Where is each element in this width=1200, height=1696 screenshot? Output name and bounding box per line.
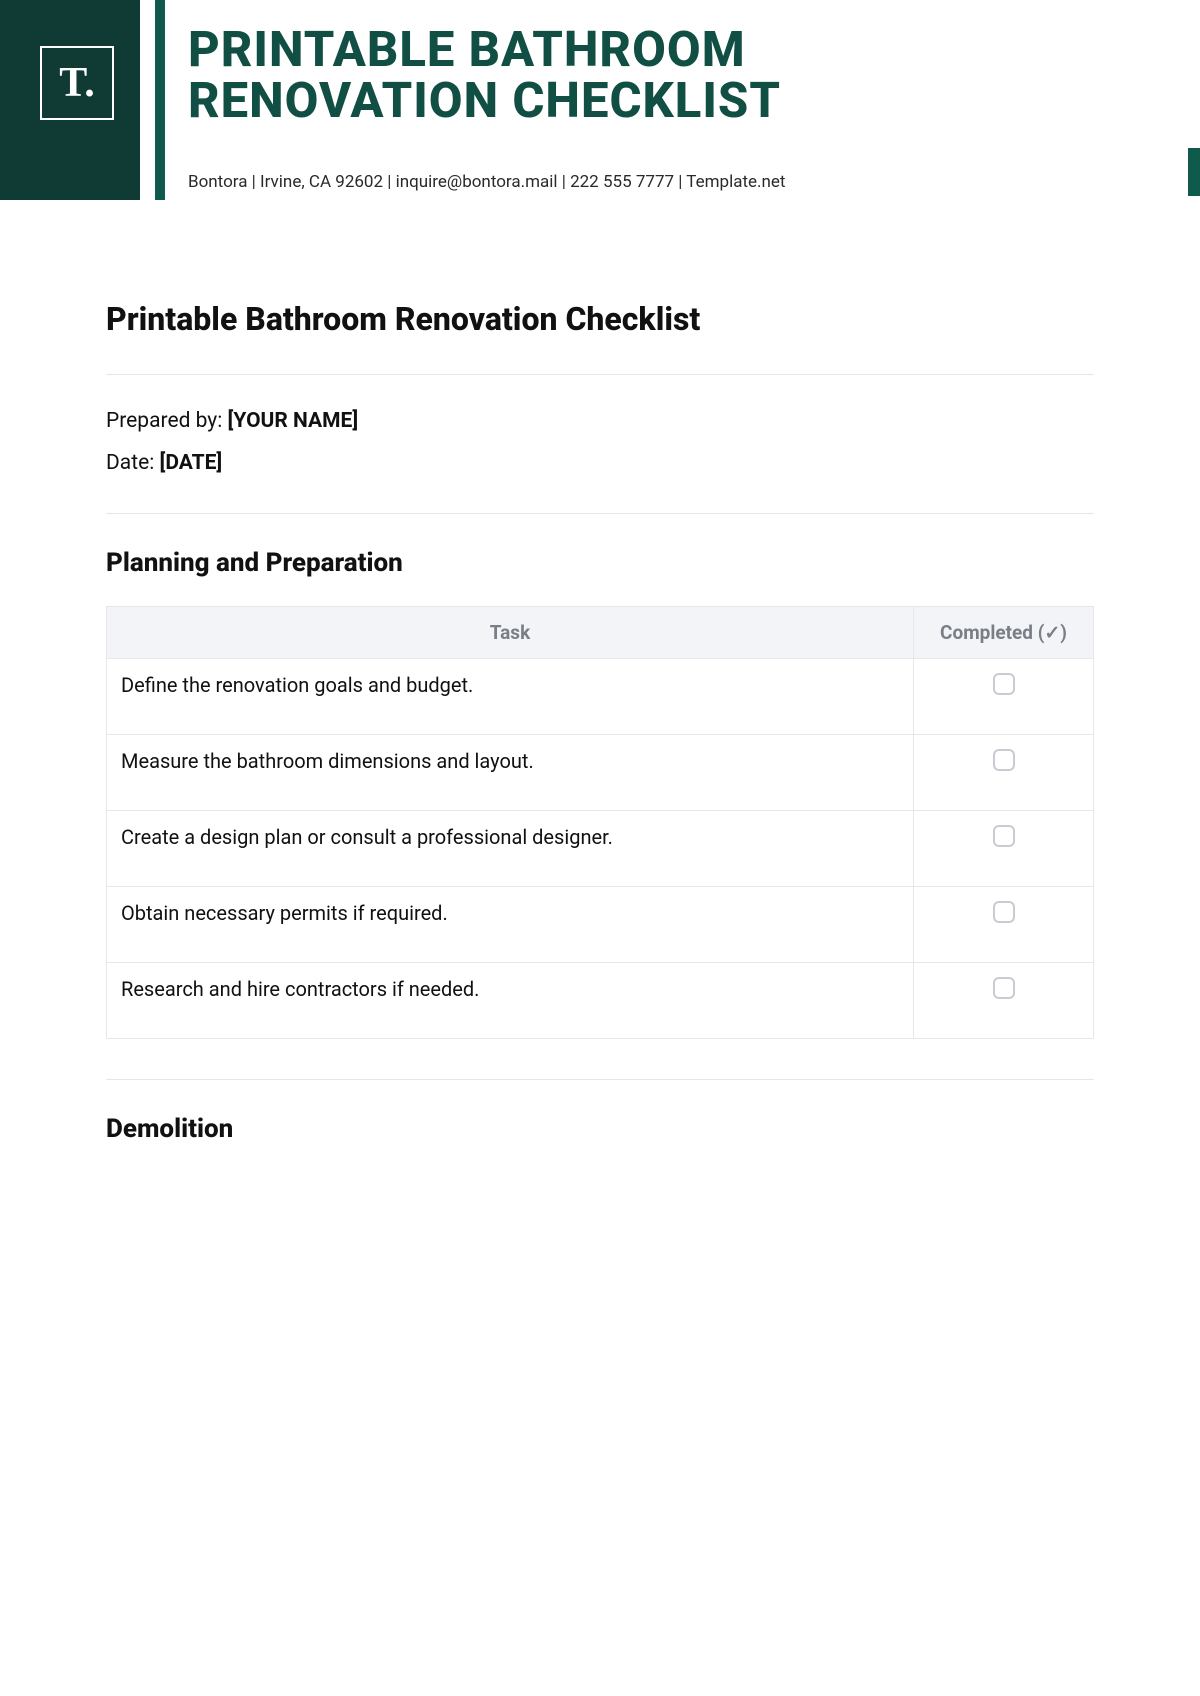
section-title-demolition: Demolition — [106, 1114, 1094, 1144]
checkbox[interactable] — [993, 825, 1015, 847]
table-row: Define the renovation goals and budget. — [107, 659, 1094, 735]
header-title-block: PRINTABLE BATHROOM RENOVATION CHECKLIST — [188, 24, 1120, 127]
prepared-by-line: Prepared by: [YOUR NAME] — [106, 409, 1094, 433]
checkbox[interactable] — [993, 977, 1015, 999]
date-line: Date: [DATE] — [106, 451, 1094, 475]
checkbox[interactable] — [993, 901, 1015, 923]
brand-logo-box: T. — [40, 46, 114, 120]
divider — [106, 513, 1094, 514]
completed-cell — [914, 659, 1094, 735]
checklist-table-planning: Task Completed (✓) Define the renovation… — [106, 606, 1094, 1039]
header-title-line2: RENOVATION CHECKLIST — [188, 75, 1120, 126]
completed-cell — [914, 963, 1094, 1039]
header-title-line1: PRINTABLE BATHROOM — [188, 24, 1120, 75]
column-header-task: Task — [107, 607, 914, 659]
task-cell: Obtain necessary permits if required. — [107, 887, 914, 963]
header-vertical-bar — [155, 0, 165, 200]
task-cell: Define the renovation goals and budget. — [107, 659, 914, 735]
table-row: Research and hire contractors if needed. — [107, 963, 1094, 1039]
task-cell: Measure the bathroom dimensions and layo… — [107, 735, 914, 811]
task-cell: Research and hire contractors if needed. — [107, 963, 914, 1039]
completed-cell — [914, 811, 1094, 887]
checkbox[interactable] — [993, 749, 1015, 771]
task-cell: Create a design plan or consult a profes… — [107, 811, 914, 887]
section-title-planning: Planning and Preparation — [106, 548, 1094, 578]
completed-cell — [914, 887, 1094, 963]
divider — [106, 1079, 1094, 1080]
date-value: [DATE] — [160, 451, 223, 475]
brand-logo-text: T. — [59, 59, 94, 107]
table-row: Measure the bathroom dimensions and layo… — [107, 735, 1094, 811]
divider — [106, 374, 1094, 375]
column-header-completed: Completed (✓) — [914, 607, 1094, 659]
prepared-by-label: Prepared by: — [106, 409, 228, 433]
right-edge-notch — [1188, 148, 1200, 196]
table-row: Create a design plan or consult a profes… — [107, 811, 1094, 887]
prepared-by-value: [YOUR NAME] — [228, 409, 359, 433]
table-row: Obtain necessary permits if required. — [107, 887, 1094, 963]
page-title: Printable Bathroom Renovation Checklist — [106, 300, 1094, 338]
checkbox[interactable] — [993, 673, 1015, 695]
date-label: Date: — [106, 451, 160, 475]
document-body: Printable Bathroom Renovation Checklist … — [106, 300, 1094, 1172]
completed-cell — [914, 735, 1094, 811]
header-meta: Bontora | Irvine, CA 92602 | inquire@bon… — [188, 172, 786, 192]
